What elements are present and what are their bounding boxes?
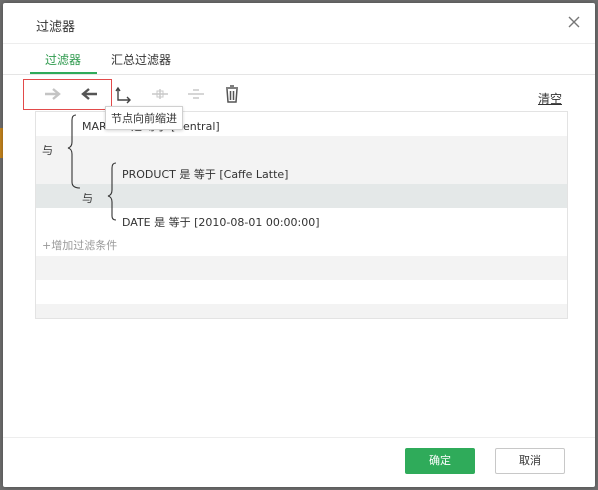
add-node-icon[interactable] [148, 83, 172, 105]
indent-corner-icon[interactable] [112, 83, 136, 105]
root-logic-toggle[interactable]: 与 [42, 142, 53, 158]
trash-icon[interactable] [220, 83, 244, 105]
ok-button[interactable]: 确定 [405, 448, 475, 474]
add-condition-link[interactable]: +增加过滤条件 [42, 237, 117, 253]
remove-node-icon[interactable] [184, 83, 208, 105]
arrow-left-icon[interactable] [77, 83, 101, 105]
indent-tooltip: 节点向前缩进 [105, 106, 183, 130]
tab-active-indicator [30, 72, 97, 74]
condition-date[interactable]: DATE 是 等于 [2010-08-01 00:00:00] [122, 214, 320, 230]
tree-row [36, 280, 567, 304]
cancel-button[interactable]: 取消 [495, 448, 565, 474]
dialog-title: 过滤器 [36, 20, 76, 35]
close-icon[interactable] [565, 13, 583, 31]
filter-dialog: 过滤器 过滤器 汇总过滤器 清空 与 与 [Central] PRODUCT 是… [3, 3, 595, 487]
condition-product[interactable]: PRODUCT 是 等于 [Caffe Latte] [122, 166, 288, 182]
dialog-header: 过滤器 [3, 3, 595, 44]
tab-filter[interactable]: 过滤器 [45, 51, 81, 68]
tree-row [36, 256, 567, 280]
tree-row [36, 304, 567, 318]
clear-link[interactable]: 清空 [538, 90, 562, 107]
arrow-right-icon[interactable] [41, 83, 65, 105]
tab-summary-filter[interactable]: 汇总过滤器 [111, 51, 171, 68]
tab-bar: 过滤器 汇总过滤器 [3, 44, 595, 75]
filter-tree: 与 与 MARKET 是 等于 [Central] PRODUCT 是 等于 [… [35, 111, 568, 319]
nested-logic-toggle[interactable]: 与 [82, 190, 93, 206]
